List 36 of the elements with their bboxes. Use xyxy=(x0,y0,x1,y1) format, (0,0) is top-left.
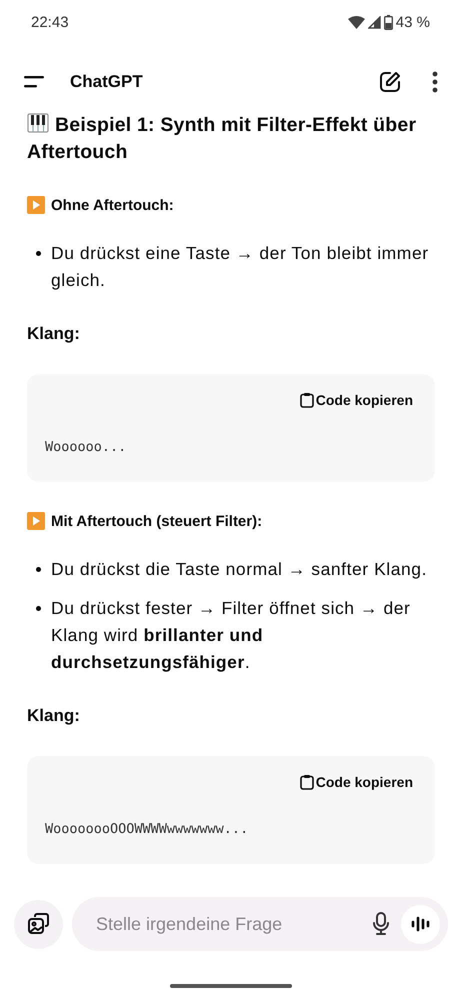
play-icon xyxy=(27,196,45,214)
status-time: 22:43 xyxy=(31,14,69,30)
section-heading: Mit Aftertouch (steuert Filter): xyxy=(51,512,262,530)
images-icon xyxy=(26,912,50,936)
copy-code-button[interactable]: Code kopieren xyxy=(300,772,413,792)
menu-icon xyxy=(24,75,46,89)
attach-image-button[interactable] xyxy=(14,900,63,948)
battery-percent: 43 % xyxy=(396,14,430,30)
app-title: ChatGPT xyxy=(70,72,144,92)
section-heading: Ohne Aftertouch: xyxy=(51,196,174,214)
wifi-icon xyxy=(348,16,365,28)
clipboard-icon xyxy=(300,774,314,790)
message-field[interactable]: Stelle irgendeine Frage xyxy=(72,897,448,951)
battery-icon xyxy=(384,14,393,30)
pencil-icon xyxy=(378,70,402,94)
code-text: WoooooooOOOWWWWwwwwwww... xyxy=(45,821,250,837)
play-icon xyxy=(27,512,45,530)
voice-mode-button[interactable] xyxy=(401,904,440,944)
label-text: Klang: xyxy=(27,324,81,344)
piano-icon xyxy=(27,112,49,134)
bullet-dot xyxy=(36,251,41,256)
more-icon xyxy=(432,71,438,93)
answer-heading: Beispiel 1: Synth mit Filter-Effekt über Aftertouch xyxy=(27,112,418,165)
bullet-dot xyxy=(36,606,41,611)
code-text: Woooooo... xyxy=(45,439,128,455)
bullet-text: Du drückst die Taste normal → sanfter Klang. xyxy=(51,558,427,581)
waveform-icon xyxy=(410,916,430,932)
bullet-text: Du drückst fester → Filter öffnet sich → der Klang wird brillanter und durchsetzungsfähiger. xyxy=(51,597,412,674)
bullet-dot xyxy=(36,567,41,572)
clipboard-icon xyxy=(300,392,314,408)
input-field[interactable]: Stelle irgendeine Frage xyxy=(94,912,361,936)
microphone-icon[interactable] xyxy=(373,912,389,936)
label-text: Klang: xyxy=(27,706,81,726)
signal-icon xyxy=(368,16,381,28)
copy-code-button[interactable]: Code kopieren xyxy=(300,390,413,410)
bullet-text: Du drückst eine Taste → der Ton bleibt immer gleich. xyxy=(51,242,430,292)
